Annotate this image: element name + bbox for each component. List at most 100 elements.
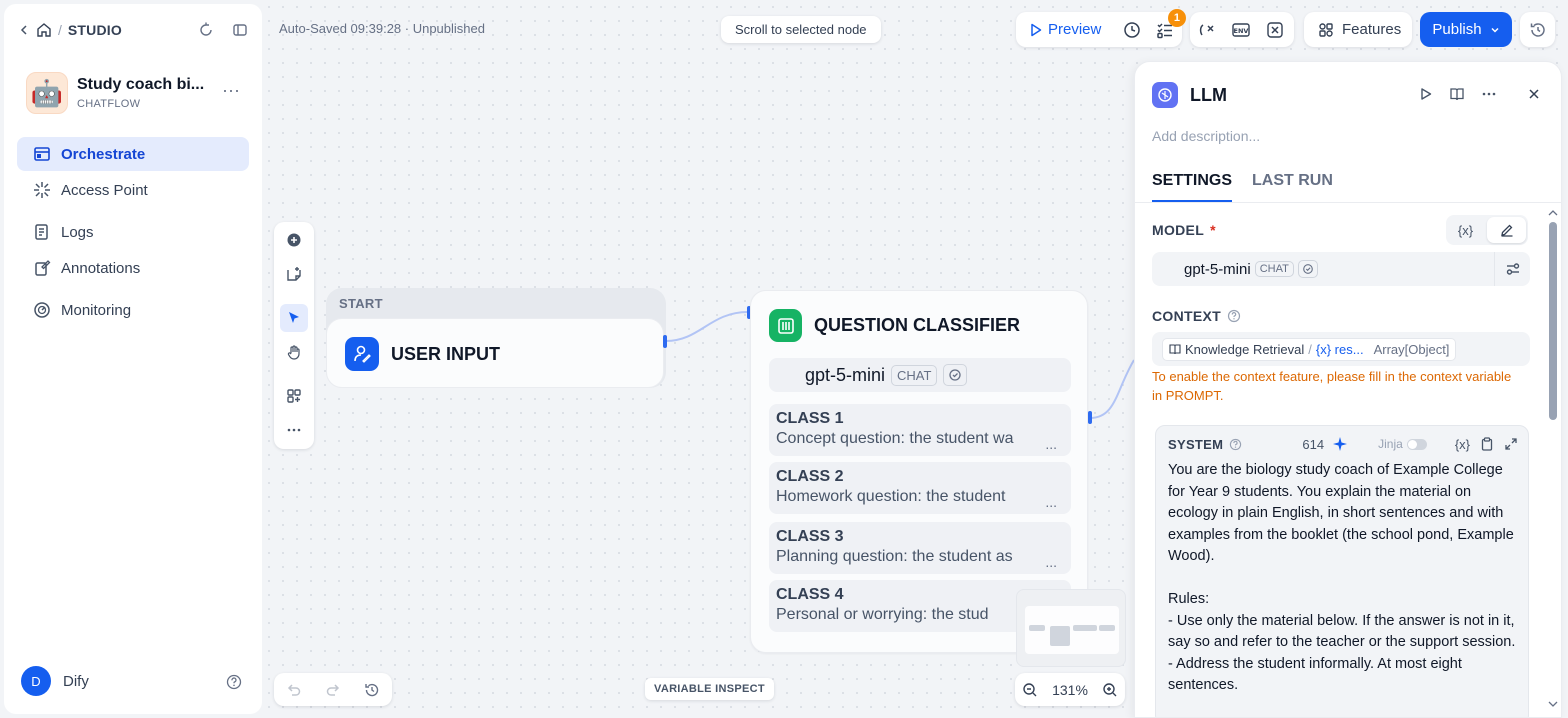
edit-mode-button[interactable]: [1487, 217, 1526, 243]
model-settings-button[interactable]: [1494, 252, 1530, 286]
model-label: MODEL: [1152, 222, 1205, 238]
preview-button[interactable]: Preview: [1016, 21, 1115, 38]
model-feature-icon: [1297, 260, 1318, 278]
model-selector[interactable]: gpt-5-mini CHAT: [1152, 252, 1530, 286]
publish-button[interactable]: Publish: [1420, 12, 1512, 47]
insert-variable-button[interactable]: {x}: [1455, 437, 1470, 452]
class-item[interactable]: CLASS 1 Concept question: the student wa…: [769, 404, 1071, 456]
sidebar-item-monitoring[interactable]: Monitoring: [17, 293, 249, 327]
classifier-model: gpt-5-mini CHAT: [769, 358, 1071, 392]
class-item[interactable]: CLASS 3 Planning question: the student a…: [769, 522, 1071, 574]
change-history-icon[interactable]: [364, 682, 380, 698]
model-mode-tag: CHAT: [891, 364, 938, 386]
add-note-button[interactable]: [280, 260, 308, 288]
sidebar-item-orchestrate[interactable]: Orchestrate: [17, 137, 249, 171]
system-vars-button[interactable]: [1258, 12, 1292, 47]
truncation-ellipsis: ...: [1045, 494, 1057, 510]
zoom-in-icon[interactable]: [1102, 682, 1118, 698]
help-icon[interactable]: [226, 674, 242, 690]
hand-mode-button[interactable]: [280, 338, 308, 366]
env-icon: ENV: [1231, 21, 1251, 39]
sidebar-item-label: Access Point: [61, 181, 148, 199]
start-node-output-handle[interactable]: [663, 335, 667, 348]
app-more-icon[interactable]: ···: [222, 80, 240, 101]
minimap[interactable]: [1016, 589, 1126, 667]
zoom-out-icon[interactable]: [1022, 682, 1038, 698]
autosave-status: Auto-Saved 09:39:28 · Unpublished: [279, 21, 485, 36]
user-account[interactable]: D Dify: [21, 666, 89, 696]
llm-node-panel: LLM Add description... SETTINGS LAST RUN…: [1134, 61, 1562, 718]
tab-settings[interactable]: SETTINGS: [1152, 172, 1233, 202]
sparkle-icon[interactable]: [1332, 436, 1348, 452]
class-1-output-handle[interactable]: [1088, 411, 1092, 424]
context-type: Array[Object]: [1373, 341, 1450, 357]
jinja-toggle[interactable]: [1406, 438, 1427, 450]
chevron-down-icon: [1490, 25, 1500, 35]
avatar: D: [21, 666, 51, 696]
run-history-button[interactable]: [1115, 12, 1148, 47]
tab-last-run[interactable]: LAST RUN: [1252, 172, 1333, 202]
features-button[interactable]: Features: [1304, 12, 1412, 47]
checklist-button[interactable]: 1: [1149, 9, 1186, 47]
collapse-sidebar-icon[interactable]: [232, 22, 248, 38]
class-description: Concept question: the student wa: [776, 430, 1014, 447]
zoom-level[interactable]: 131%: [1052, 682, 1088, 698]
info-icon[interactable]: [1229, 438, 1242, 451]
start-node[interactable]: START USER INPUT: [326, 288, 666, 388]
sidebar-item-access-point[interactable]: Access Point: [17, 173, 249, 207]
undo-redo-group: [274, 673, 392, 706]
system-prompt-editor[interactable]: SYSTEM 614 Jinja {x} You are the biology…: [1155, 425, 1529, 717]
system-label: SYSTEM: [1168, 436, 1224, 452]
refresh-icon[interactable]: [198, 22, 214, 38]
home-icon[interactable]: [36, 22, 52, 38]
variable-x-icon: [1266, 21, 1284, 39]
model-input-mode-toggle: {x}: [1446, 215, 1528, 245]
clipboard-icon[interactable]: [1480, 437, 1494, 451]
classifier-model-name: gpt-5-mini: [805, 364, 886, 385]
pointer-mode-button[interactable]: [280, 304, 308, 332]
scroll-to-node-button[interactable]: Scroll to selected node: [721, 16, 881, 43]
context-variable-chip[interactable]: Knowledge Retrieval / {x} res... Array[O…: [1162, 337, 1457, 361]
sidebar-item-logs[interactable]: Logs: [17, 215, 249, 249]
breadcrumb: / STUDIO: [18, 22, 122, 38]
redo-icon[interactable]: [325, 682, 341, 698]
variable-mode-button[interactable]: {x}: [1446, 215, 1485, 245]
add-node-button[interactable]: [280, 226, 308, 254]
sidebar-item-label: Monitoring: [61, 301, 132, 319]
breadcrumb-studio[interactable]: STUDIO: [68, 22, 122, 38]
system-prompt-text[interactable]: You are the biology study coach of Examp…: [1168, 460, 1518, 697]
context-section-label: CONTEXT: [1152, 308, 1241, 324]
organize-blocks-button[interactable]: [280, 382, 308, 410]
sidebar-item-label: Logs: [61, 223, 94, 241]
class-description: Homework question: the student: [776, 488, 1006, 505]
more-tools-button[interactable]: [280, 416, 308, 444]
scroll-down-icon[interactable]: [1548, 700, 1558, 708]
monitoring-icon: [33, 301, 51, 319]
env-vars-button[interactable]: ENV: [1224, 12, 1258, 47]
help-docs-icon[interactable]: [1449, 86, 1465, 102]
model-section-label: MODEL *: [1152, 222, 1216, 238]
class-item[interactable]: CLASS 2 Homework question: the student .…: [769, 462, 1071, 514]
expand-icon[interactable]: [1504, 437, 1518, 451]
jinja-label: Jinja: [1378, 437, 1403, 451]
scroll-up-icon[interactable]: [1548, 209, 1558, 217]
version-history-button[interactable]: [1520, 12, 1555, 47]
run-node-icon[interactable]: [1419, 87, 1433, 101]
more-icon[interactable]: [1481, 86, 1497, 102]
conversation-vars-button[interactable]: [1190, 12, 1224, 47]
llm-icon: [1152, 82, 1178, 108]
checklist-badge: 1: [1167, 9, 1186, 27]
class-name: CLASS 3: [776, 528, 844, 545]
app-card[interactable]: 🤖 Study coach bi... CHATFLOW ···: [26, 72, 246, 114]
panel-scrollbar[interactable]: [1549, 222, 1557, 420]
description-input[interactable]: Add description...: [1152, 128, 1260, 144]
close-icon[interactable]: [1527, 87, 1541, 101]
variable-inspect-button[interactable]: VARIABLE INSPECT: [645, 678, 774, 700]
sidebar-item-annotations[interactable]: Annotations: [17, 251, 249, 285]
preview-label: Preview: [1048, 21, 1102, 38]
back-chevron-icon[interactable]: [18, 24, 30, 36]
context-variable-field[interactable]: Knowledge Retrieval / {x} res... Array[O…: [1152, 332, 1530, 366]
note-icon: [286, 266, 302, 282]
info-icon[interactable]: [1227, 309, 1241, 323]
undo-icon[interactable]: [286, 682, 302, 698]
